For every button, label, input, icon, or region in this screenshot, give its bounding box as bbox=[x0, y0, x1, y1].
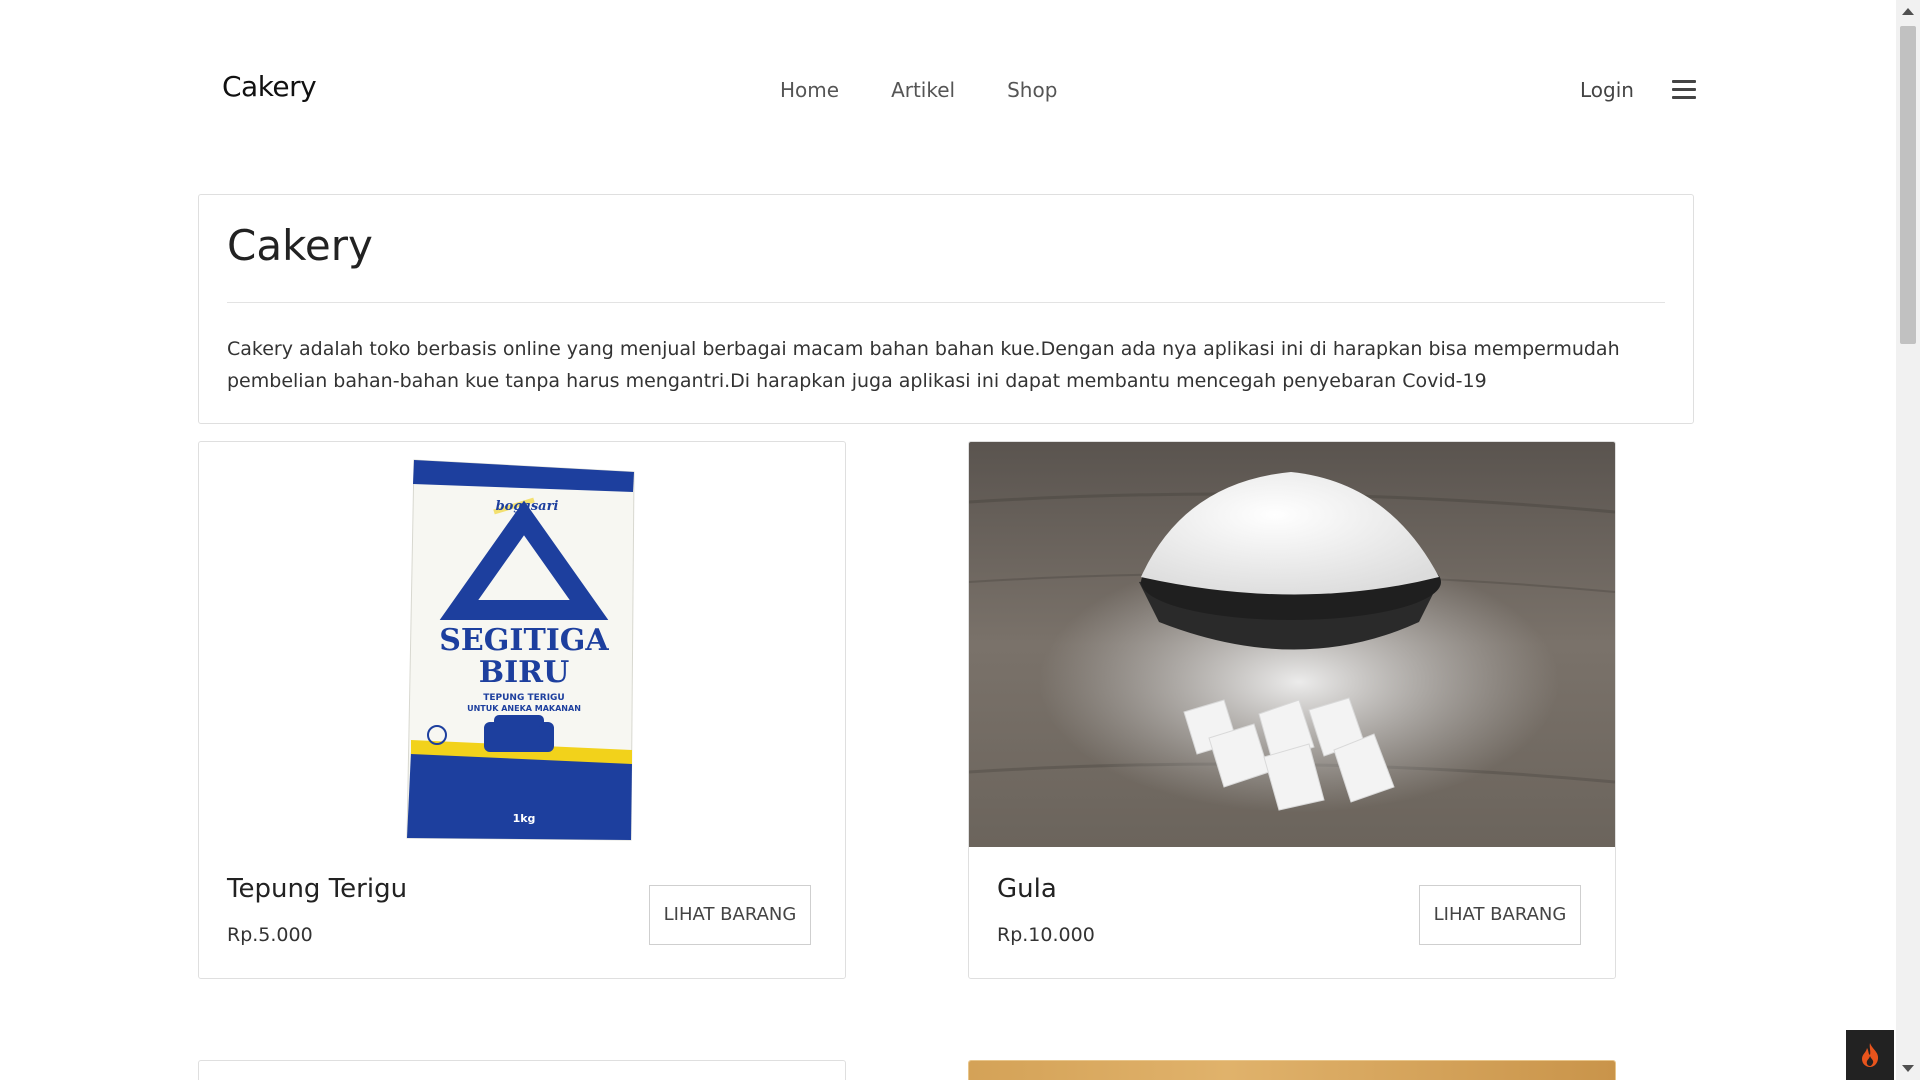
page: Cakery Home Artikel Shop Login Cakery Ca… bbox=[0, 0, 1920, 1080]
product-price: Rp.5.000 bbox=[227, 924, 313, 946]
product-image-sugar bbox=[969, 442, 1615, 847]
product-image-flour: bogasari SEGITIGA BIRU TEPUNG TERIGU UNT… bbox=[199, 442, 845, 847]
nav-shop-link[interactable]: Shop bbox=[1007, 78, 1057, 102]
bag-product-line-1: SEGITIGA bbox=[439, 623, 609, 658]
scroll-up-arrow-icon[interactable] bbox=[1902, 8, 1914, 15]
brand-logo[interactable]: Cakery bbox=[222, 70, 317, 103]
flame-icon bbox=[1862, 1043, 1879, 1067]
hamburger-bar bbox=[1672, 80, 1696, 83]
intro-title: Cakery bbox=[227, 221, 373, 270]
nav-artikel-link[interactable]: Artikel bbox=[891, 78, 955, 102]
product-card: Gula Rp.10.000 LIHAT BARANG bbox=[968, 441, 1616, 979]
product-price: Rp.10.000 bbox=[997, 924, 1095, 946]
bag-product-line-2: BIRU bbox=[479, 655, 569, 690]
sugar-photo-illustration bbox=[969, 442, 1615, 847]
scroll-thumb[interactable] bbox=[1900, 26, 1916, 344]
intro-card: Cakery Cakery adalah toko berbasis onlin… bbox=[198, 194, 1694, 424]
debug-toolbar-toggle[interactable] bbox=[1846, 1030, 1894, 1080]
hamburger-bar bbox=[1672, 96, 1696, 99]
page-scrollbar[interactable] bbox=[1896, 0, 1920, 1080]
bag-subtitle-1: TEPUNG TERIGU bbox=[483, 693, 565, 703]
bag-weight: 1kg bbox=[513, 812, 536, 825]
product-name: Tepung Terigu bbox=[227, 874, 408, 904]
intro-divider bbox=[227, 302, 1665, 303]
product-image bbox=[969, 1061, 1615, 1080]
view-item-button[interactable]: LIHAT BARANG bbox=[649, 885, 811, 945]
product-card bbox=[968, 1060, 1616, 1080]
product-card: bogasari SEGITIGA BIRU TEPUNG TERIGU UNT… bbox=[198, 441, 846, 979]
bag-subtitle-2: UNTUK ANEKA MAKANAN bbox=[467, 704, 581, 713]
intro-description: Cakery adalah toko berbasis online yang … bbox=[227, 338, 1620, 392]
main-nav: Home Artikel Shop bbox=[780, 78, 1057, 102]
hamburger-icon[interactable] bbox=[1672, 80, 1696, 100]
nav-home-link[interactable]: Home bbox=[780, 78, 839, 102]
product-name: Gula bbox=[997, 874, 1057, 904]
view-item-button[interactable]: LIHAT BARANG bbox=[1419, 885, 1581, 945]
flour-bag-illustration: bogasari SEGITIGA BIRU TEPUNG TERIGU UNT… bbox=[406, 459, 635, 841]
login-link[interactable]: Login bbox=[1580, 78, 1634, 102]
product-card bbox=[198, 1060, 846, 1080]
scroll-down-arrow-icon[interactable] bbox=[1902, 1065, 1914, 1072]
hamburger-bar bbox=[1672, 88, 1696, 91]
